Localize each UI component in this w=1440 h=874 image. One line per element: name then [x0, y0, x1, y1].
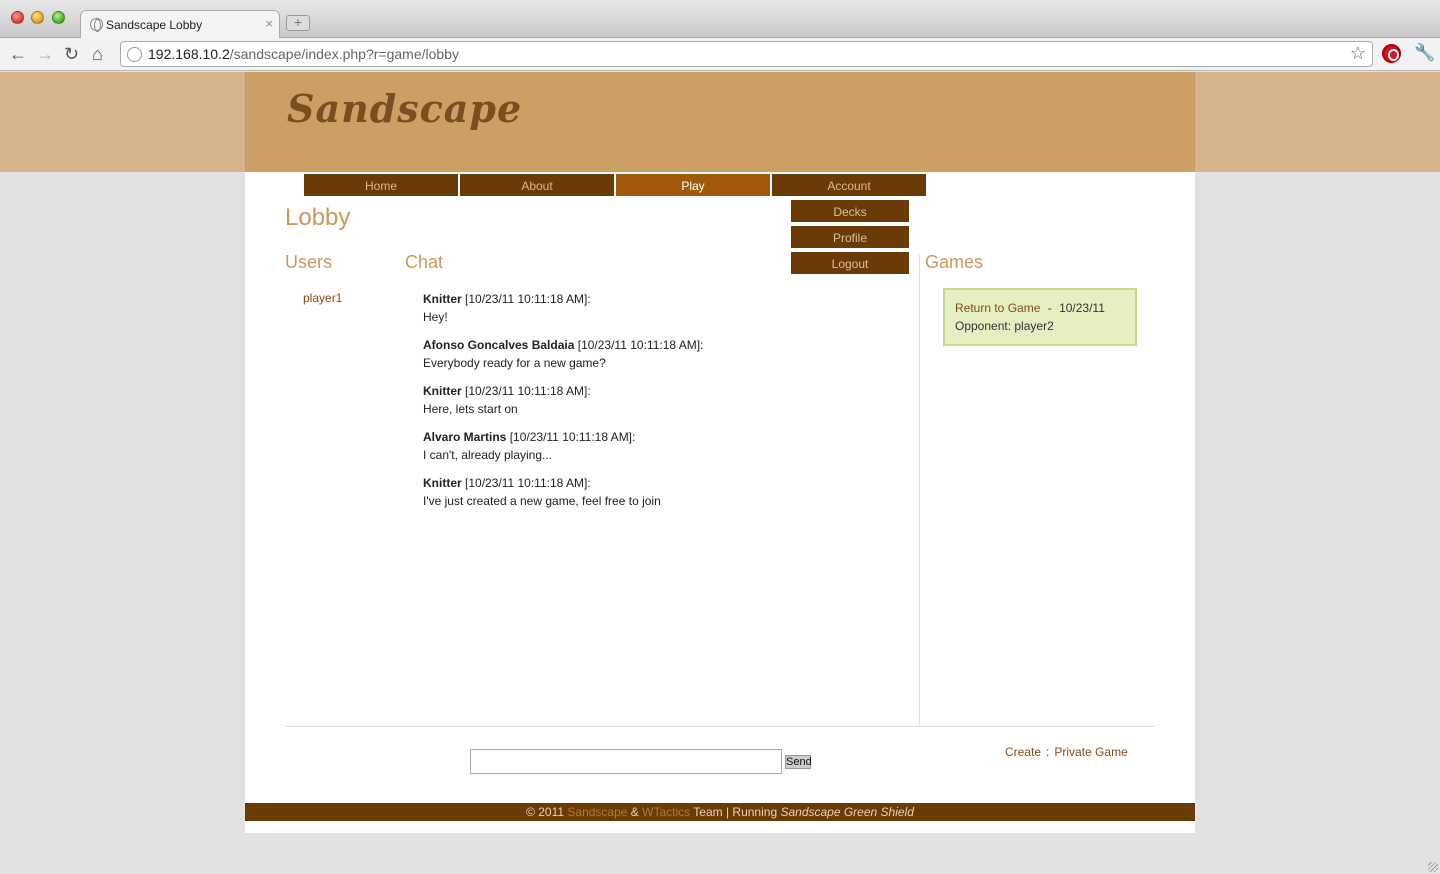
site-header: Sandscape	[245, 72, 1195, 172]
new-tab-button[interactable]: +	[286, 15, 310, 31]
forward-icon[interactable]: →	[36, 43, 54, 65]
nav-about[interactable]: About	[459, 173, 615, 197]
create-game-link[interactable]: Create	[1005, 745, 1041, 759]
message-text: Here, lets start on	[423, 402, 518, 416]
game-opponent: Opponent: player2	[955, 319, 1054, 333]
column-divider	[919, 254, 920, 726]
game-separator: -	[1047, 301, 1052, 315]
message-author: Afonso Goncalves Baldaia	[423, 338, 575, 352]
message-text: I can't, already playing...	[423, 448, 553, 462]
chat-message: Alvaro Martins [10/23/11 10:11:18 AM]: I…	[423, 428, 803, 464]
zoom-window-button[interactable]	[52, 11, 65, 24]
extension-icon[interactable]	[1382, 44, 1401, 63]
nav-home[interactable]: Home	[303, 173, 459, 197]
game-date: 10/23/11	[1059, 301, 1105, 315]
tab-title: Sandscape Lobby	[106, 18, 203, 32]
footer-amp: &	[630, 805, 639, 819]
footer-running: | Running	[725, 805, 778, 819]
submenu-decks[interactable]: Decks	[790, 199, 910, 223]
user-item[interactable]: player1	[303, 291, 342, 305]
footer-sandscape-link[interactable]: Sandscape	[567, 805, 627, 819]
message-author: Knitter	[423, 384, 462, 398]
send-button[interactable]: Send	[785, 755, 812, 769]
site-logo[interactable]: Sandscape	[287, 86, 522, 131]
page-title: Lobby	[285, 204, 351, 231]
message-time: [10/23/11 10:11:18 AM]:	[509, 430, 636, 444]
message-author: Knitter	[423, 476, 462, 490]
private-game-link[interactable]: Private Game	[1054, 745, 1127, 759]
chat-message: Knitter [10/23/11 10:11:18 AM]: Here, le…	[423, 382, 803, 418]
message-time: [10/23/11 10:11:18 AM]:	[465, 292, 591, 306]
nav-play[interactable]: Play	[615, 173, 771, 197]
site-footer: © 2011 Sandscape & WTactics Team | Runni…	[245, 803, 1195, 821]
chat-message: Afonso Goncalves Baldaia [10/23/11 10:11…	[423, 336, 803, 372]
bookmark-star-icon[interactable]: ☆	[1350, 43, 1366, 64]
home-icon[interactable]: ⌂	[92, 43, 103, 65]
chat-input[interactable]	[470, 749, 782, 774]
page-info-icon[interactable]	[127, 47, 142, 62]
footer-wtactics-link[interactable]: WTactics	[642, 805, 690, 819]
game-card: Return to Game - 10/23/11 Opponent: play…	[943, 288, 1137, 346]
chat-messages: Knitter [10/23/11 10:11:18 AM]: Hey! Afo…	[423, 290, 803, 520]
message-time: [10/23/11 10:11:18 AM]:	[577, 338, 704, 352]
address-bar[interactable]: 192.168.10.2/sandscape/index.php?r=game/…	[120, 41, 1373, 67]
section-divider	[285, 726, 1155, 727]
site-container: Sandscape Home About Play Account Decks …	[245, 72, 1195, 833]
message-time: [10/23/11 10:11:18 AM]:	[465, 476, 591, 490]
page: Sandscape Home About Play Account Decks …	[0, 72, 1440, 874]
wrench-icon[interactable]: 🔧	[1414, 43, 1435, 63]
message-time: [10/23/11 10:11:18 AM]:	[465, 384, 591, 398]
chat-message: Knitter [10/23/11 10:11:18 AM]: I've jus…	[423, 474, 803, 510]
links-separator: :	[1046, 745, 1050, 759]
close-window-button[interactable]	[11, 11, 24, 24]
message-text: Hey!	[423, 310, 448, 324]
submenu-logout[interactable]: Logout	[790, 251, 910, 275]
browser-tab[interactable]: Sandscape Lobby ×	[80, 10, 280, 39]
resize-grip[interactable]	[1428, 862, 1438, 872]
users-heading: Users	[285, 252, 333, 272]
reload-icon[interactable]: ↻	[64, 43, 79, 65]
return-to-game-link[interactable]: Return to Game	[955, 301, 1040, 315]
globe-icon	[90, 18, 103, 32]
chat-message: Knitter [10/23/11 10:11:18 AM]: Hey!	[423, 290, 803, 326]
footer-copyright: © 2011	[526, 805, 565, 819]
browser-tab-strip: Sandscape Lobby × +	[0, 0, 1440, 39]
chat-heading: Chat	[405, 252, 444, 272]
tab-close-icon[interactable]: ×	[265, 16, 273, 31]
url-text: 192.168.10.2/sandscape/index.php?r=game/…	[148, 46, 459, 62]
message-author: Knitter	[423, 292, 462, 306]
message-text: Everybody ready for a new game?	[423, 356, 606, 370]
message-author: Alvaro Martins	[423, 430, 507, 444]
submenu-profile[interactable]: Profile	[790, 225, 910, 249]
message-text: I've just created a new game, feel free …	[423, 494, 661, 508]
back-icon[interactable]: ←	[9, 43, 27, 65]
url-host: 192.168.10.2	[148, 46, 230, 62]
minimize-window-button[interactable]	[31, 11, 44, 24]
url-path: /sandscape/index.php?r=game/lobby	[229, 46, 459, 62]
footer-team: Team	[693, 805, 723, 819]
game-actions: Create: Private Game	[1005, 745, 1128, 759]
games-heading: Games	[925, 252, 984, 272]
footer-theme: Sandscape Green Shield	[780, 805, 914, 819]
browser-toolbar: ← → ↻ ⌂ 192.168.10.2/sandscape/index.php…	[0, 38, 1440, 71]
nav-account[interactable]: Account	[771, 173, 927, 197]
